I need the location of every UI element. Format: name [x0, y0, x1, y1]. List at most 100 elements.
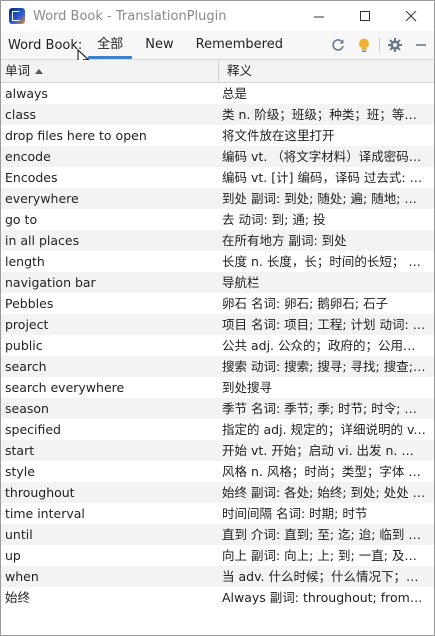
definition-cell: 总是 — [222, 86, 248, 101]
table-row[interactable]: class 类 n. 阶级；班级；种类；班；等级 v... — [1, 104, 434, 125]
definition-cell: 将文件放在这里打开 — [222, 128, 335, 143]
definition-cell: 公共 adj. 公众的；政府的；公用的；... — [222, 338, 426, 353]
word-cell: 始终 — [5, 590, 31, 605]
minimize-button[interactable] — [296, 1, 342, 31]
word-cell: Pebbles — [5, 296, 54, 311]
table-row[interactable]: start 开始 vt. 开始；启动 vi. 出发 n. 开始... — [1, 440, 434, 461]
table-row[interactable]: until 直到 介词: 直到; 至; 迄; 迨; 临到 连... — [1, 524, 434, 545]
minimize-icon — [313, 16, 324, 17]
word-cell: length — [5, 254, 45, 269]
word-cell: project — [5, 317, 49, 332]
table-row[interactable]: length 长度 n. 长度，长；时间的长短； （... — [1, 251, 434, 272]
table-row[interactable]: Encodes 编码 vt. [计] 编码，译码 过去式: en... — [1, 167, 434, 188]
table-row[interactable]: up 向上 副词: 向上; 上; 到; 一直; 及至; ... — [1, 545, 434, 566]
word-cell: always — [5, 86, 48, 101]
word-cell: navigation bar — [5, 275, 96, 290]
table-row[interactable]: public 公共 adj. 公众的；政府的；公用的；... — [1, 335, 434, 356]
word-cell: everywhere — [5, 191, 79, 206]
app-icon — [9, 8, 25, 24]
word-book-window: Word Book - TranslationPlugin Word Book:… — [0, 0, 435, 636]
lightbulb-icon[interactable] — [351, 31, 377, 59]
word-cell: encode — [5, 149, 51, 164]
word-cell: up — [5, 548, 21, 563]
definition-cell: 到处 副词: 到处; 随处; 遍; 随地; 普; ... — [222, 191, 426, 206]
word-table: 单词 释义 always 总是 class 类 n. 阶级；班级；种类；班；等级 v.… — [1, 60, 434, 608]
table-row[interactable]: go to 去 动词: 到; 通; 投 — [1, 209, 434, 230]
definition-cell: 项目 名词: 项目; 工程; 计划 动词: 投... — [222, 317, 426, 332]
table-row[interactable]: style 风格 n. 风格；时尚；类型；字体 vt. ... — [1, 461, 434, 482]
column-header-word[interactable]: 单词 — [1, 60, 219, 82]
table-row[interactable]: Pebbles 卵石 名词: 卵石; 鹅卵石; 石子 — [1, 293, 434, 314]
word-cell: go to — [5, 212, 38, 227]
table-row[interactable]: throughout 始终 副词: 各处; 始终; 到处; 处处 介... — [1, 482, 434, 503]
table-row[interactable]: in all places 在所有地方 副词: 到处 — [1, 230, 434, 251]
refresh-icon[interactable] — [325, 31, 351, 59]
vertical-scrollbar[interactable] — [426, 83, 434, 635]
definition-cell: 指定的 adj. 规定的；详细说明的 v. ... — [222, 422, 426, 437]
table-row[interactable]: navigation bar 导航栏 — [1, 272, 434, 293]
column-header-definition[interactable]: 释义 — [219, 60, 434, 82]
word-book-toolbar: Word Book: 全部 New Remembered — [1, 31, 434, 60]
word-cell: public — [5, 338, 43, 353]
window-title: Word Book - TranslationPlugin — [33, 8, 227, 24]
word-cell: time interval — [5, 506, 85, 521]
definition-cell: 当 adv. 什么时候；什么情况下；什... — [222, 569, 426, 584]
close-button[interactable] — [388, 1, 434, 31]
word-cell: specified — [5, 422, 61, 437]
word-cell: drop files here to open — [5, 128, 147, 143]
word-book-label: Word Book: — [8, 37, 83, 53]
word-cell: Encodes — [5, 170, 58, 185]
word-cell: style — [5, 464, 35, 479]
definition-cell: 去 动词: 到; 通; 投 — [222, 212, 326, 227]
minimize-panel-icon[interactable] — [408, 31, 434, 59]
definition-cell: 类 n. 阶级；班级；种类；班；等级 v... — [222, 107, 426, 122]
table-row[interactable]: time interval 时间间隔 名词: 时期; 时节 — [1, 503, 434, 524]
word-cell: search everywhere — [5, 380, 125, 395]
sort-ascending-icon — [35, 68, 44, 74]
word-cell: season — [5, 401, 49, 416]
definition-cell: 卵石 名词: 卵石; 鹅卵石; 石子 — [222, 296, 389, 311]
table-row[interactable]: search everywhere 到处搜寻 — [1, 377, 434, 398]
word-cell: until — [5, 527, 33, 542]
table-row[interactable]: everywhere 到处 副词: 到处; 随处; 遍; 随地; 普; ... — [1, 188, 434, 209]
word-cell: search — [5, 359, 47, 374]
definition-cell: 时间间隔 名词: 时期; 时节 — [222, 506, 368, 521]
table-row[interactable]: search 搜索 动词: 搜索; 搜寻; 寻找; 搜查; 搜... — [1, 356, 434, 377]
toolbar-separator — [379, 37, 380, 53]
table-row[interactable]: always 总是 — [1, 83, 434, 104]
definition-cell: 在所有地方 副词: 到处 — [222, 233, 347, 248]
definition-cell: 风格 n. 风格；时尚；类型；字体 vt. ... — [222, 464, 426, 479]
table-row[interactable]: project 项目 名词: 项目; 工程; 计划 动词: 投... — [1, 314, 434, 335]
table-row[interactable]: drop files here to open 将文件放在这里打开 — [1, 125, 434, 146]
definition-cell: 到处搜寻 — [222, 380, 273, 395]
definition-cell: 编码 vt. [计] 编码，译码 过去式: en... — [222, 170, 426, 185]
definition-cell: 编码 vt. （将文字材料）译成密码；... — [222, 149, 426, 164]
tab-remembered[interactable]: Remembered — [185, 31, 294, 59]
definition-cell: 导航栏 — [222, 275, 260, 290]
table-row[interactable]: 始终 Always 副词: throughout; from be... — [1, 587, 434, 608]
definition-cell: 长度 n. 长度，长；时间的长短； （... — [222, 254, 426, 269]
table-row[interactable]: encode 编码 vt. （将文字材料）译成密码；... — [1, 146, 434, 167]
definition-cell: Always 副词: throughout; from be... — [222, 590, 426, 605]
definition-cell: 开始 vt. 开始；启动 vi. 出发 n. 开始... — [222, 443, 426, 458]
tab-new[interactable]: New — [134, 31, 184, 59]
title-bar[interactable]: Word Book - TranslationPlugin — [1, 1, 434, 31]
definition-cell: 搜索 动词: 搜索; 搜寻; 寻找; 搜查; 搜... — [222, 359, 426, 374]
table-row[interactable]: season 季节 名词: 季节; 季; 时节; 时令; 令; ... — [1, 398, 434, 419]
table-header: 单词 释义 — [1, 60, 434, 83]
close-icon — [405, 10, 416, 21]
maximize-button[interactable] — [342, 1, 388, 31]
word-cell: class — [5, 107, 37, 122]
tab-all[interactable]: 全部 — [86, 31, 134, 59]
word-cell: throughout — [5, 485, 75, 500]
definition-cell: 季节 名词: 季节; 季; 时节; 时令; 令; ... — [222, 401, 426, 416]
word-cell: when — [5, 569, 39, 584]
definition-cell: 向上 副词: 向上; 上; 到; 一直; 及至; ... — [222, 548, 426, 563]
gear-icon[interactable] — [382, 31, 408, 59]
table-row[interactable]: specified 指定的 adj. 规定的；详细说明的 v. ... — [1, 419, 434, 440]
table-body: always 总是 class 类 n. 阶级；班级；种类；班；等级 v... drop… — [1, 83, 434, 608]
word-cell: in all places — [5, 233, 80, 248]
definition-cell: 始终 副词: 各处; 始终; 到处; 处处 介... — [222, 485, 426, 500]
table-row[interactable]: when 当 adv. 什么时候；什么情况下；什... — [1, 566, 434, 587]
definition-cell: 直到 介词: 直到; 至; 迄; 迨; 临到 连... — [222, 527, 426, 542]
